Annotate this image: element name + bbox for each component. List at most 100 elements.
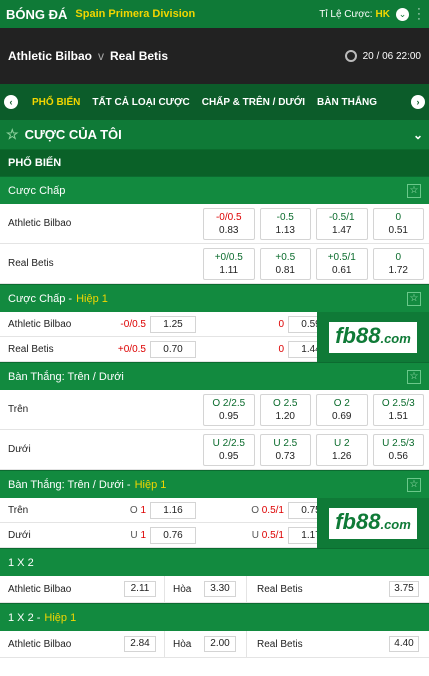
odds-cell[interactable]: -0.5 1.13 (259, 207, 312, 240)
odds-cell[interactable]: 2.84 (124, 636, 156, 652)
tab-all-bets[interactable]: TẤT CẢ LOẠI CƯỢC (86, 97, 195, 108)
row-label: Trên (8, 504, 29, 516)
team-name: Real Betis (246, 576, 389, 602)
table-row: Athletic Bilbao 2.84 Hòa 2.00 Real Betis… (0, 631, 429, 658)
odds-cell[interactable]: 3.30 (204, 581, 236, 597)
chevron-down-icon[interactable]: ⌄ (396, 7, 409, 21)
my-bets-bar[interactable]: ☆ CƯỢC CỦA TÔI ⌄ (0, 120, 429, 150)
match-header: Athletic Bilbao v Real Betis 20 / 06 22:… (0, 28, 429, 84)
odds-cell[interactable]: 0 1.72 (372, 247, 425, 280)
draw-label: Hòa (164, 576, 204, 602)
match-datetime: 20 / 06 22:00 (362, 50, 421, 62)
star-icon: ☆ (6, 126, 19, 142)
odds-cell[interactable]: U 2 1.26 (316, 433, 368, 466)
odds-cell[interactable]: +0/0.5 1.11 (203, 247, 255, 280)
fb88-ad-banner[interactable]: fb88.com (317, 312, 429, 362)
odds-cell[interactable]: -0.5/1 1.47 (316, 207, 368, 240)
market-header-over-under: Bàn Thắng: Trên / Dưới ☆ (0, 362, 429, 390)
market-title: Bàn Thắng: Trên / Dưới (8, 370, 124, 383)
handicap-value: +0/0.5 (117, 343, 146, 355)
odds-cell[interactable]: 3.75 (389, 581, 419, 597)
team-name: Athletic Bilbao (8, 218, 72, 229)
tab-goals[interactable]: BÀN THẮNG (311, 97, 383, 108)
odds-cell[interactable]: U 2/2.5 0.95 (203, 433, 255, 466)
odds-cell[interactable]: O 2 0.69 (316, 393, 368, 426)
line-value: U 1 (130, 529, 146, 541)
table-row: Athletic Bilbao 2.11 Hòa 3.30 Real Betis… (0, 576, 429, 603)
odds-cell[interactable]: 4.40 (389, 636, 419, 652)
market-tabs: ‹ PHỔ BIẾN TẤT CẢ LOẠI CƯỢC CHẤP & TRÊN … (0, 84, 429, 120)
team-name: Real Betis (246, 631, 389, 657)
handicap-value: 0 (278, 318, 284, 330)
ad-brand: fb88 (335, 322, 381, 348)
top-bar: BÓNG ĐÁ Spain Primera Division Tỉ Lệ Cượ… (0, 0, 429, 28)
table-row: Dưới U 2/2.5 0.95 U 2.5 0.73 U 2 1.26 U 2.5… (0, 430, 429, 470)
versus: v (98, 49, 105, 63)
odds-cell[interactable]: 1.25 (150, 315, 196, 333)
odds-cell[interactable]: U 2.5 0.73 (259, 433, 312, 466)
star-icon[interactable]: ☆ (407, 369, 421, 384)
fb88-ad-banner[interactable]: fb88.com (317, 498, 429, 548)
market-title: 1 X 2 - (8, 611, 41, 624)
odds-cell[interactable]: +0.5/1 0.61 (316, 247, 368, 280)
my-bets-label: CƯỢC CỦA TÔI (24, 127, 122, 142)
sport-title: BÓNG ĐÁ (6, 6, 68, 22)
odds-cell[interactable]: 2.00 (204, 636, 236, 652)
tab-popular[interactable]: PHỔ BIẾN (26, 97, 86, 108)
market-title: Cược Chấp - (8, 292, 73, 305)
handicap-value: 0 (278, 343, 284, 355)
away-team: Real Betis (110, 49, 169, 63)
team-name: Athletic Bilbao (8, 583, 72, 595)
odds-cell[interactable]: 2.11 (124, 581, 156, 597)
half-label: Hiệp 1 (76, 292, 108, 305)
market-header-1x2: 1 X 2 (0, 548, 429, 576)
ad-tld: .com (380, 330, 411, 346)
clock-icon (344, 50, 357, 62)
odds-cell[interactable]: +0.5 0.81 (259, 247, 312, 280)
ad-brand: fb88 (335, 508, 381, 534)
odds-type-label: Tỉ Lệ Cược: (319, 8, 373, 20)
line-value: U 0.5/1 (251, 529, 284, 541)
odds-cell[interactable]: O 2/2.5 0.95 (203, 393, 255, 426)
odds-cell[interactable]: U 2.5/3 0.56 (372, 433, 425, 466)
odds-cell[interactable]: 0.76 (150, 526, 196, 544)
section-popular: PHỔ BIẾN (0, 150, 429, 176)
odds-cell[interactable]: -0/0.5 0.83 (203, 207, 255, 240)
chevron-left-icon[interactable]: ‹ (4, 95, 18, 109)
market-header-1x2-h1: 1 X 2 - Hiệp 1 (0, 603, 429, 631)
more-icon[interactable]: · · · (415, 3, 423, 24)
draw-label: Hòa (164, 631, 204, 657)
league-name[interactable]: Spain Primera Division (75, 8, 195, 20)
line-value: O 1 (129, 504, 146, 516)
odds-cell[interactable]: 0 0.51 (372, 207, 425, 240)
row-label: Dưới (8, 444, 31, 455)
row-label: Trên (8, 404, 29, 415)
ad-tld: .com (380, 516, 411, 532)
star-icon[interactable]: ☆ (407, 183, 421, 198)
market-title: Bàn Thắng: Trên / Dưới - (8, 478, 131, 491)
chevron-right-icon[interactable]: › (411, 95, 425, 109)
odds-cell[interactable]: O 2.5/3 1.51 (372, 393, 425, 426)
odds-cell[interactable]: 1.16 (150, 501, 196, 519)
star-icon[interactable]: ☆ (407, 291, 421, 306)
odds-cell[interactable]: O 2.5 1.20 (259, 393, 312, 426)
odds-cell[interactable]: 0.70 (150, 340, 196, 358)
team-name: Real Betis (8, 258, 54, 269)
odds-type-value[interactable]: HK (376, 9, 390, 20)
star-icon[interactable]: ☆ (407, 477, 421, 492)
table-row: Trên O 2/2.5 0.95 O 2.5 1.20 O 2 0.69 O 2.5… (0, 390, 429, 430)
team-name: Real Betis (8, 343, 54, 355)
home-team: Athletic Bilbao (8, 49, 93, 63)
table-row: Athletic Bilbao -0/0.5 0.83 -0.5 1.13 -0.5… (0, 204, 429, 244)
market-header-handicap-h1: Cược Chấp - Hiệp 1 ☆ (0, 284, 429, 312)
market-header-handicap: Cược Chấp ☆ (0, 176, 429, 204)
table-row: Real Betis +0/0.5 1.11 +0.5 0.81 +0.5/1 0.6… (0, 244, 429, 284)
team-name: Athletic Bilbao (8, 638, 72, 650)
market-title: 1 X 2 (8, 556, 34, 569)
half-label: Hiệp 1 (44, 611, 77, 624)
team-name: Athletic Bilbao (8, 318, 72, 330)
market-header-over-under-h1: Bàn Thắng: Trên / Dưới - Hiệp 1 ☆ (0, 470, 429, 498)
tab-handicap-over-under[interactable]: CHẤP & TRÊN / DƯỚI (196, 97, 311, 108)
half-label: Hiệp 1 (134, 478, 167, 491)
chevron-down-icon[interactable]: ⌄ (413, 128, 423, 142)
